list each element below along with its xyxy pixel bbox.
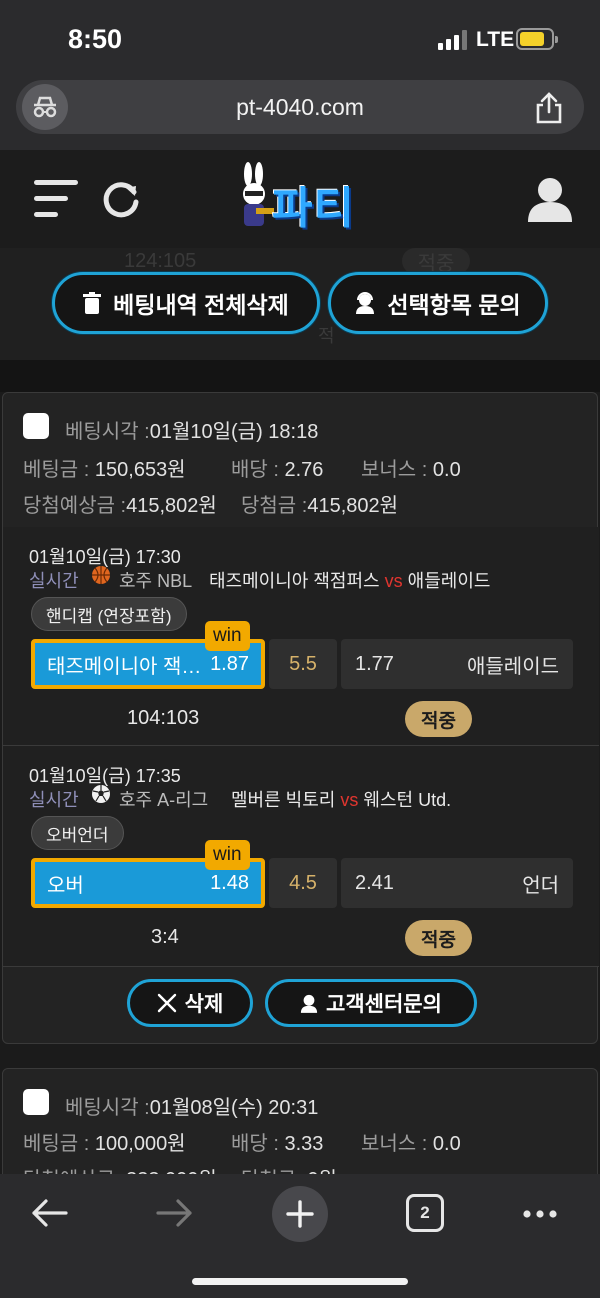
menu-icon[interactable] (34, 180, 78, 218)
bet-time: 베팅시각 :01월10일(금) 18:18 (65, 421, 319, 443)
handicap-line: 5.5 (269, 639, 337, 689)
home-indicator (192, 1278, 408, 1285)
bet-amount-row: 베팅금 : 150,653원 (23, 459, 186, 481)
address-bar[interactable]: pt-4040.com (16, 80, 584, 134)
support-agent-icon (356, 292, 375, 314)
delete-bet-button[interactable]: 삭제 (127, 979, 253, 1027)
delete-label: 삭제 (184, 993, 224, 1016)
game-mode: 실시간 (29, 790, 79, 810)
game-score: 3:4 (151, 926, 179, 948)
market-type: 오버언더 (31, 816, 124, 850)
bet-bonus: 보너스 : 0.0 (361, 1133, 461, 1155)
other-pick[interactable]: 2.41 언더 (341, 858, 573, 908)
trash-icon (83, 292, 102, 314)
bet-odds: 배당 : 3.33 (231, 1133, 324, 1155)
basketball-icon (91, 565, 111, 590)
game-league: 호주 NBL (119, 571, 193, 591)
game-score: 104:103 (127, 707, 200, 729)
result-badge: 적중 (405, 920, 472, 956)
delete-all-bets-button[interactable]: 베팅내역 전체삭제 (52, 272, 320, 334)
game-mode: 실시간 (29, 571, 79, 591)
forward-arrow-icon[interactable] (156, 1198, 194, 1233)
pick-name: 오버 (47, 874, 84, 897)
site-logo[interactable]: 파티 (232, 162, 368, 238)
bet-card: 베팅시각 :01월10일(금) 18:18 베팅금 : 150,653원 배당 … (2, 392, 599, 1044)
divider (3, 966, 599, 967)
other-odds: 1.77 (355, 652, 394, 675)
win-badge: win (205, 840, 250, 870)
pick-name: 태즈메이니아 잭… (47, 655, 202, 678)
total-line: 4.5 (269, 858, 337, 908)
back-arrow-icon[interactable] (30, 1198, 68, 1233)
browser-toolbar: 2 (0, 1174, 600, 1298)
win-badge: win (205, 621, 250, 651)
inquiry-selected-button[interactable]: 선택항목 문의 (328, 272, 548, 334)
pick-odds: 1.48 (210, 871, 249, 894)
action-bar: 124:105 적중 적 베팅내역 전체삭제 선택항목 문의 (0, 248, 600, 360)
browser-address-area: pt-4040.com (0, 78, 600, 150)
result-badge: 적중 (405, 701, 472, 737)
bunny-mascot-icon (243, 162, 274, 226)
other-odds: 2.41 (355, 871, 394, 894)
bet-odds: 배당 : 2.76 (231, 459, 324, 481)
refresh-icon[interactable] (100, 178, 142, 220)
signal-icon (438, 30, 468, 50)
status-bar: 8:50 LTE (0, 0, 600, 78)
more-options-icon[interactable] (522, 1206, 558, 1224)
game-row: 01월10일(금) 17:35 실시간 호주 A-리그 멜버른 빅토리 vs 웨… (3, 746, 599, 966)
support-agent-icon (300, 994, 318, 1013)
customer-center-button[interactable]: 고객센터문의 (265, 979, 477, 1027)
logo-text: 파티 (272, 184, 355, 233)
user-icon[interactable] (526, 176, 574, 222)
bet-amount-row: 베팅금 : 100,000원 (23, 1133, 186, 1155)
pick-odds: 1.87 (210, 652, 249, 675)
section-gap (0, 360, 600, 392)
plus-icon (286, 1200, 314, 1228)
behind-badge: 적중 (402, 248, 470, 275)
support-label: 고객센터문의 (326, 993, 442, 1016)
status-time: 8:50 (68, 24, 123, 54)
bet-select-checkbox[interactable] (23, 413, 49, 439)
bet-expected: 당첨예상금 :415,802원 (23, 495, 217, 517)
url-text[interactable]: pt-4040.com (16, 94, 584, 121)
behind-score: 124:105 (124, 250, 197, 272)
game-row: 01월10일(금) 17:30 실시간 호주 NBL 태즈메이니아 잭점퍼스 v… (3, 527, 599, 745)
other-pick[interactable]: 1.77 애들레이드 (341, 639, 573, 689)
game-matchup: 멜버른 빅토리 vs 웨스턴 Utd. (231, 790, 452, 810)
other-name: 애들레이드 (467, 655, 559, 678)
other-name: 언더 (522, 874, 559, 897)
close-icon (157, 993, 176, 1013)
game-league: 호주 A-리그 (119, 790, 209, 810)
game-matchup: 태즈메이니아 잭점퍼스 vs 애들레이드 (209, 571, 491, 591)
bet-select-checkbox[interactable] (23, 1089, 49, 1115)
soccer-ball-icon (91, 784, 111, 809)
site-header: 파티 (0, 150, 600, 248)
inquiry-label: 선택항목 문의 (387, 292, 521, 318)
new-tab-button[interactable] (272, 1186, 328, 1242)
behind-partial: 적 (318, 326, 335, 346)
market-type: 핸디캡 (연장포함) (31, 597, 187, 631)
bet-bonus: 보너스 : 0.0 (361, 459, 461, 481)
network-label: LTE (476, 28, 515, 51)
battery-icon (516, 28, 558, 50)
bet-time: 베팅시각 :01월08일(수) 20:31 (65, 1097, 319, 1119)
bet-won: 당첨금 :415,802원 (241, 495, 399, 517)
share-icon[interactable] (534, 92, 564, 124)
delete-all-label: 베팅내역 전체삭제 (113, 292, 289, 318)
tab-switcher-button[interactable]: 2 (406, 1194, 444, 1232)
